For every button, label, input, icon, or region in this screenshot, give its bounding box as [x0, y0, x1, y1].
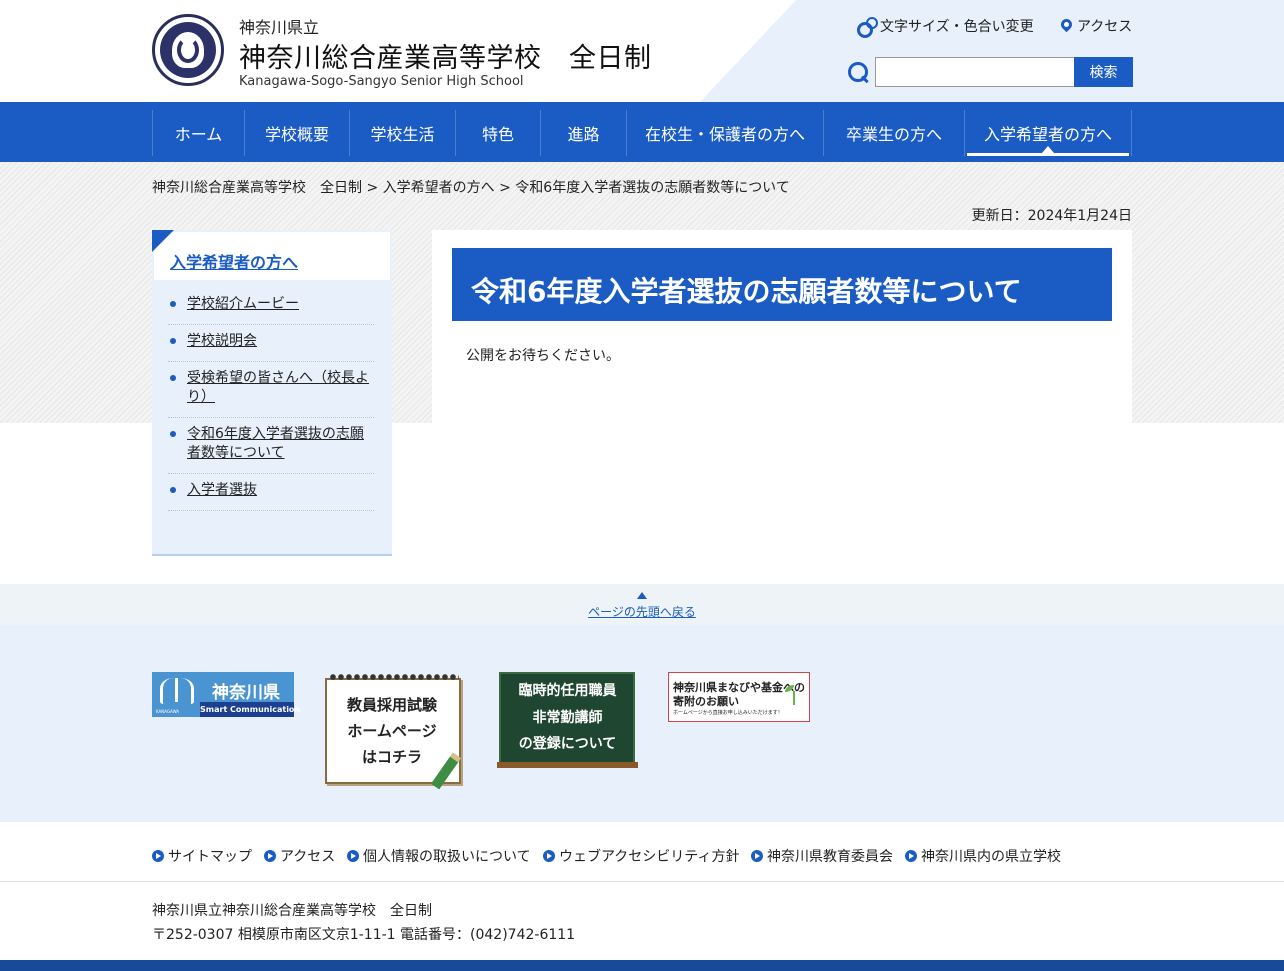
footer-link-label: アクセス: [280, 849, 336, 865]
banner-kanagawa-name: 神奈川県: [212, 683, 280, 703]
footer-link-label: 神奈川県内の県立学校: [921, 849, 1061, 865]
breadcrumb: 神奈川総合産業高等学校 全日制 > 入学希望者の方へ > 令和6年度入学者選抜の…: [152, 177, 790, 197]
footer-links: サイトマップ アクセス 個人情報の取扱いについて ウェブアクセシビリティ方針 神…: [0, 822, 1284, 882]
footer-link-prefectural-schools[interactable]: 神奈川県内の県立学校: [905, 846, 1061, 866]
teacher-recruitment-banner[interactable]: 教員採用試験 ホームページ はコチラ: [323, 672, 465, 790]
nav-item-prospective-students[interactable]: 入学希望者の方へ: [964, 110, 1132, 156]
notepad-rings: [329, 672, 459, 682]
footer-link-label: ウェブアクセシビリティ方針: [559, 849, 740, 865]
sidebar-header: 入学希望者の方へ: [154, 232, 390, 280]
breadcrumb-prospective[interactable]: 入学希望者の方へ: [383, 180, 495, 196]
sidebar-item-principal-message[interactable]: 受検希望の皆さんへ（校長より）: [168, 362, 374, 418]
kanagawa-emblem-icon: [160, 678, 194, 704]
banner-temp-line1: 臨時的任用職員: [518, 683, 617, 699]
prefecture-label: 神奈川県立: [239, 18, 320, 37]
sidebar: 入学希望者の方へ 学校紹介ムービー 学校説明会 受検希望の皆さんへ（校長より） …: [152, 230, 392, 556]
circle-arrow-icon: [751, 850, 763, 862]
sidebar-corner-decoration: [152, 230, 174, 252]
font-size-color-label: 文字サイズ・色合い変更: [880, 19, 1034, 35]
gear-icon: [857, 17, 878, 38]
footer-link-education-board[interactable]: 神奈川県教育委員会: [751, 846, 893, 866]
school-logo[interactable]: [152, 14, 224, 86]
logo-emblem: [160, 22, 216, 78]
sidebar-item-admissions[interactable]: 入学者選抜: [168, 474, 374, 511]
sprout-icon: [785, 685, 803, 707]
access-label: アクセス: [1077, 19, 1133, 35]
banner-temp-line3: の登録について: [518, 736, 617, 752]
footer-bar: [0, 960, 1284, 971]
header-access-link[interactable]: アクセス: [1061, 16, 1132, 36]
banner-kanagawa-sub: Smart Communication: [200, 702, 300, 717]
school-name-english: Kanagawa-Sogo-Sangyo Senior High School: [239, 74, 524, 89]
breadcrumb-current: 令和6年度入学者選抜の志願者数等について: [515, 180, 790, 196]
banner-fund-line2: 寄附のお願い: [673, 695, 739, 708]
sidebar-item-school-movie[interactable]: 学校紹介ムービー: [168, 288, 374, 325]
nav-item-career[interactable]: 進路: [540, 110, 626, 156]
sidebar-item-info-session[interactable]: 学校説明会: [168, 325, 374, 362]
banner-teacher-line1: 教員採用試験: [346, 696, 437, 714]
footer-link-accessibility[interactable]: ウェブアクセシビリティ方針: [543, 846, 739, 866]
banner-teacher-line2: ホームページ: [347, 722, 437, 740]
footer-link-label: サイトマップ: [168, 849, 252, 865]
footer-link-sitemap[interactable]: サイトマップ: [152, 846, 252, 866]
footer-link-access[interactable]: アクセス: [264, 846, 335, 866]
banner-teacher-line3: はコチラ: [361, 748, 422, 766]
footer-link-label: 神奈川県教育委員会: [767, 849, 893, 865]
global-nav: ホーム 学校概要 学校生活 特色 進路 在校生・保護者の方へ 卒業生の方へ 入学…: [0, 102, 1284, 162]
kanagawa-prefecture-banner[interactable]: 神奈川県 Smart Communication KANAGAWA: [152, 672, 300, 717]
nav-item-features[interactable]: 特色: [455, 110, 540, 156]
main-body-text: 公開をお待ちください。: [466, 348, 620, 364]
nav-item-school-life[interactable]: 学校生活: [349, 110, 455, 156]
breadcrumb-home[interactable]: 神奈川総合産業高等学校 全日制: [152, 180, 362, 196]
footer-link-label: 個人情報の取扱いについて: [363, 849, 531, 865]
chalkboard-tray: [497, 762, 638, 768]
breadcrumb-separator: >: [366, 180, 379, 196]
page-top-link[interactable]: ページの先頭へ戻る: [0, 584, 1284, 625]
sidebar-item-applicant-numbers[interactable]: 令和6年度入学者選抜の志願者数等について: [168, 418, 374, 474]
arrow-up-icon: [637, 592, 647, 599]
nav-item-graduates[interactable]: 卒業生の方へ: [823, 110, 964, 156]
circle-arrow-icon: [264, 850, 276, 862]
footer-link-privacy[interactable]: 個人情報の取扱いについて: [347, 846, 531, 866]
banner-kanagawa-mini: KANAGAWA: [156, 709, 180, 714]
nav-item-students-parents[interactable]: 在校生・保護者の方へ: [626, 110, 823, 156]
nav-item-home[interactable]: ホーム: [152, 110, 244, 156]
circle-arrow-icon: [905, 850, 917, 862]
search-icon: [848, 62, 870, 84]
manabiya-fund-banner[interactable]: 神奈川県まなびや基金への 寄附のお願い ホームページから直接お申し込みいただけま…: [668, 672, 810, 722]
circle-arrow-icon: [347, 850, 359, 862]
banner-fund-line3: ホームページから直接お申し込みいただけます！: [673, 710, 783, 716]
banner-temp-line2: 非常勤講師: [532, 710, 603, 726]
banner-area: 神奈川県 Smart Communication KANAGAWA 教員採用試験…: [0, 625, 1284, 822]
temporary-staff-banner[interactable]: 臨時的任用職員 非常勤講師 の登録について: [497, 672, 638, 770]
nav-item-about[interactable]: 学校概要: [244, 110, 349, 156]
search-input[interactable]: [875, 57, 1075, 87]
footer-address: 〒252-0307 相模原市南区文京1-11-1 電話番号：(042)742-6…: [152, 927, 576, 943]
page-top-label: ページの先頭へ戻る: [588, 605, 696, 619]
school-name[interactable]: 神奈川総合産業高等学校 全日制: [239, 36, 652, 75]
updated-date: 更新日：2024年1月24日: [971, 208, 1132, 224]
main-content: 令和6年度入学者選抜の志願者数等について 公開をお待ちください。: [432, 230, 1132, 423]
site-header: 神奈川県立 神奈川総合産業高等学校 全日制 Kanagawa-Sogo-Sang…: [0, 0, 1284, 102]
circle-arrow-icon: [543, 850, 555, 862]
footer-school-name: 神奈川県立神奈川総合産業高等学校 全日制: [152, 903, 432, 919]
font-size-color-link[interactable]: 文字サイズ・色合い変更: [857, 16, 1034, 38]
map-pin-icon: [1061, 19, 1072, 34]
search-button[interactable]: 検索: [1074, 57, 1133, 87]
circle-arrow-icon: [152, 850, 164, 862]
sidebar-list: 学校紹介ムービー 学校説明会 受検希望の皆さんへ（校長より） 令和6年度入学者選…: [168, 288, 374, 511]
global-nav-list: ホーム 学校概要 学校生活 特色 進路 在校生・保護者の方へ 卒業生の方へ 入学…: [152, 110, 1132, 156]
breadcrumb-separator: >: [499, 180, 511, 196]
sidebar-title[interactable]: 入学希望者の方へ: [170, 249, 298, 273]
page-title: 令和6年度入学者選抜の志願者数等について: [452, 248, 1112, 321]
